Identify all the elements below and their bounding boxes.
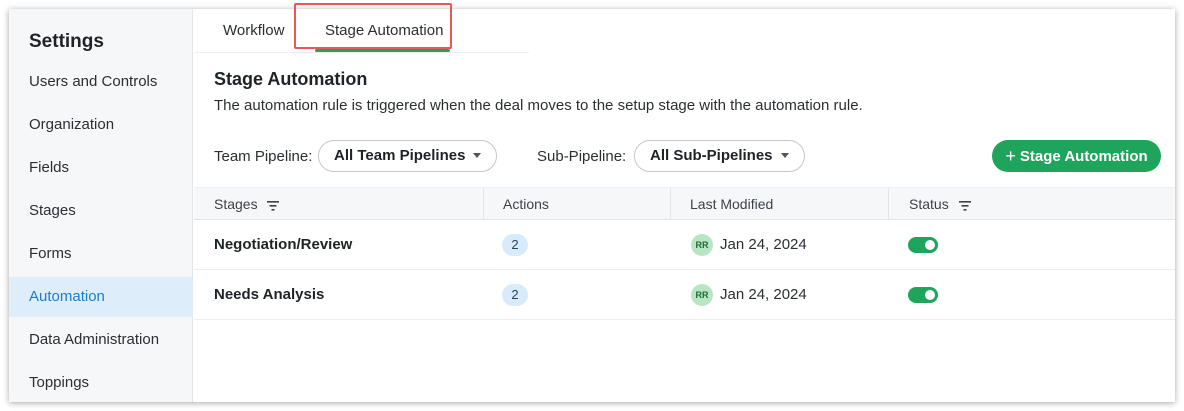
- column-header-stages[interactable]: Stages: [214, 188, 280, 220]
- sidebar-item-data-administration[interactable]: Data Administration: [9, 320, 193, 360]
- plus-icon: +: [1005, 146, 1016, 166]
- team-pipeline-label: Team Pipeline:: [214, 148, 313, 165]
- sidebar-item-toppings[interactable]: Toppings: [9, 363, 193, 402]
- column-divider: [670, 188, 671, 220]
- status-toggle[interactable]: [908, 287, 938, 303]
- avatar: RR: [691, 284, 713, 306]
- sidebar-item-forms[interactable]: Forms: [9, 234, 193, 274]
- sub-pipeline-dropdown[interactable]: All Sub-Pipelines: [634, 140, 805, 172]
- stage-automation-table: Stages Actions Last Modified Status Nego…: [194, 187, 1175, 320]
- column-header-actions: Actions: [503, 196, 549, 212]
- sidebar-item-users-and-controls[interactable]: Users and Controls: [9, 62, 193, 102]
- tab-workflow[interactable]: Workflow: [223, 9, 284, 53]
- sidebar-title: Settings: [29, 31, 104, 52]
- tab-stage-automation[interactable]: Stage Automation: [325, 9, 443, 53]
- status-toggle[interactable]: [908, 237, 938, 253]
- table-header: Stages Actions Last Modified Status: [194, 187, 1175, 220]
- avatar: RR: [691, 234, 713, 256]
- team-pipeline-dropdown[interactable]: All Team Pipelines: [318, 140, 497, 172]
- caret-down-icon: [473, 153, 481, 158]
- toggle-knob: [925, 290, 935, 300]
- column-header-last-modified: Last Modified: [690, 196, 774, 212]
- settings-window: Settings Users and Controls Organization…: [9, 9, 1175, 402]
- table-row[interactable]: Needs Analysis 2 RR Jan 24, 2024: [194, 270, 1175, 320]
- page-description: The automation rule is triggered when th…: [214, 97, 863, 114]
- sub-pipeline-label: Sub-Pipeline:: [537, 148, 627, 165]
- toggle-knob: [925, 240, 935, 250]
- sidebar-item-fields[interactable]: Fields: [9, 148, 193, 188]
- page-title: Stage Automation: [214, 69, 368, 89]
- table-row[interactable]: Negotiation/Review 2 RR Jan 24, 2024: [194, 220, 1175, 270]
- sidebar-item-stages[interactable]: Stages: [9, 191, 193, 231]
- filter-icon[interactable]: [958, 201, 971, 211]
- column-divider: [483, 188, 484, 220]
- add-button-label: Stage Automation: [1019, 148, 1148, 165]
- sidebar-item-organization[interactable]: Organization: [9, 105, 193, 145]
- column-header-status[interactable]: Status: [909, 188, 971, 220]
- stage-name: Needs Analysis: [214, 286, 325, 303]
- team-pipeline-value: All Team Pipelines: [334, 147, 466, 164]
- actions-count-badge[interactable]: 2: [502, 234, 528, 256]
- sub-pipeline-value: All Sub-Pipelines: [650, 147, 773, 164]
- sidebar-item-automation[interactable]: Automation: [9, 277, 193, 317]
- filter-icon[interactable]: [267, 201, 280, 211]
- caret-down-icon: [781, 153, 789, 158]
- column-divider: [888, 188, 889, 220]
- active-tab-indicator: [315, 49, 450, 52]
- sidebar: Settings Users and Controls Organization…: [9, 9, 193, 402]
- add-stage-automation-button[interactable]: + Stage Automation: [992, 140, 1161, 172]
- stage-name: Negotiation/Review: [214, 236, 353, 253]
- last-modified-date: Jan 24, 2024: [720, 236, 807, 253]
- tab-bar: Workflow Stage Automation: [194, 9, 529, 53]
- last-modified-date: Jan 24, 2024: [720, 286, 807, 303]
- actions-count-badge[interactable]: 2: [502, 284, 528, 306]
